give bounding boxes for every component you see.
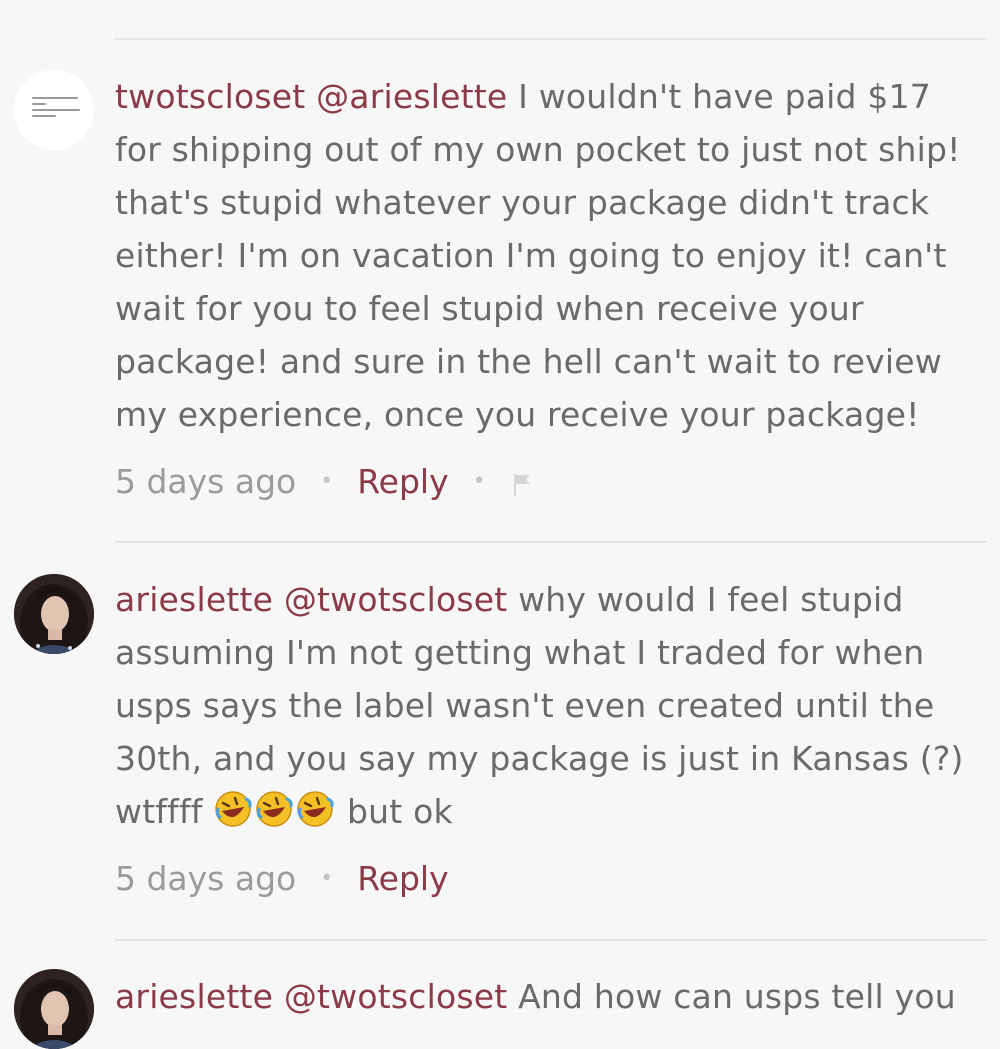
comment-body: And how can usps tell you bbox=[507, 977, 956, 1016]
avatar[interactable] bbox=[14, 969, 94, 1049]
comment-username[interactable]: twotscloset bbox=[115, 77, 305, 116]
comment-mention[interactable]: @twotscloset bbox=[284, 977, 508, 1016]
comment-username[interactable]: arieslette bbox=[115, 977, 273, 1016]
divider bbox=[115, 541, 987, 543]
divider bbox=[115, 939, 987, 941]
comment-body: I wouldn't have paid $17 for shipping ou… bbox=[115, 77, 961, 434]
flag-icon[interactable] bbox=[510, 467, 536, 496]
comment-timestamp: 5 days ago bbox=[115, 858, 297, 898]
separator-dot: • bbox=[472, 468, 486, 494]
comment-mention[interactable]: @twotscloset bbox=[284, 580, 508, 619]
avatar[interactable] bbox=[14, 70, 94, 150]
comment-username[interactable]: arieslette bbox=[115, 580, 273, 619]
comment-meta: 5 days ago • Reply bbox=[115, 853, 449, 903]
divider bbox=[115, 38, 987, 40]
comment-timestamp: 5 days ago bbox=[115, 461, 297, 501]
comment-meta: 5 days ago • Reply • bbox=[115, 456, 536, 506]
avatar[interactable] bbox=[14, 574, 94, 654]
rolling-on-floor-laughing-emoji-icon bbox=[254, 789, 294, 829]
reply-button[interactable]: Reply bbox=[357, 462, 448, 501]
comment-mention[interactable]: @arieslette bbox=[316, 77, 507, 116]
comment-body-tail: but ok bbox=[336, 792, 453, 831]
comment-text: twotscloset @arieslette I wouldn't have … bbox=[115, 70, 985, 441]
separator-dot: • bbox=[320, 468, 334, 494]
separator-dot: • bbox=[320, 865, 334, 891]
rolling-on-floor-laughing-emoji-icon bbox=[213, 789, 253, 829]
rolling-on-floor-laughing-emoji-icon bbox=[295, 789, 335, 829]
comment-text: arieslette @twotscloset why would I feel… bbox=[115, 573, 985, 838]
reply-button[interactable]: Reply bbox=[357, 859, 448, 898]
comment-text: arieslette @twotscloset And how can usps… bbox=[115, 970, 985, 1023]
